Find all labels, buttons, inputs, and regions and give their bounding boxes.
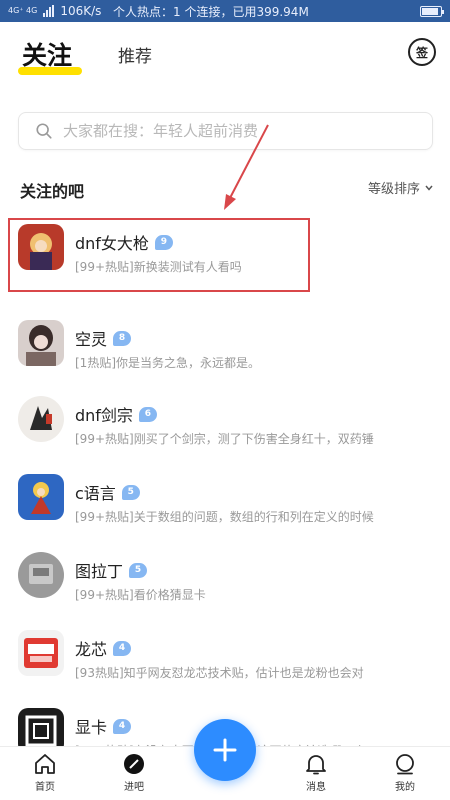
level-badge: 8 bbox=[113, 330, 132, 346]
nav-mine-label: 我的 bbox=[395, 782, 415, 793]
forum-item[interactable]: dnf剑宗 6 [99+热贴]刚买了个剑宗，测了下伤害全身红十，双药锤 bbox=[0, 386, 450, 464]
forum-desc: [1热贴]你是当务之急，永远都是。 bbox=[75, 356, 260, 370]
search-bar[interactable] bbox=[18, 112, 433, 150]
tab-follow[interactable]: 关注 bbox=[22, 36, 72, 72]
nav-enter-bar-label: 进吧 bbox=[124, 782, 144, 793]
forum-name: dnf女大枪 bbox=[75, 234, 149, 253]
forum-desc: [99+热贴]看价格猜显卡 bbox=[75, 588, 206, 602]
forum-desc: [99+热贴]刚买了个剑宗，测了下伤害全身红十，双药锤 bbox=[75, 432, 374, 446]
battery-icon bbox=[420, 5, 444, 17]
level-badge: 4 bbox=[113, 640, 132, 656]
forum-desc: [99+热贴]新换装测试有人看吗 bbox=[75, 260, 242, 274]
bell-icon bbox=[306, 755, 326, 775]
forum-name: c语言 bbox=[75, 484, 116, 503]
chevron-down-icon bbox=[425, 185, 433, 191]
search-input[interactable] bbox=[63, 122, 432, 140]
nav-mine[interactable]: 我的 bbox=[375, 753, 435, 793]
signal-icon bbox=[43, 5, 55, 17]
forum-avatar bbox=[18, 474, 64, 520]
network-type: 4G⁺ 4G bbox=[8, 6, 38, 15]
home-icon bbox=[35, 754, 55, 774]
nav-messages[interactable]: 消息 bbox=[286, 753, 346, 793]
network-speed: 106K/s bbox=[60, 4, 102, 18]
enter-bar-icon bbox=[124, 754, 144, 774]
forum-name: 空灵 bbox=[75, 330, 108, 349]
forum-name: 显卡 bbox=[75, 718, 108, 737]
forum-item[interactable]: dnf女大枪 9 [99+热贴]新换装测试有人看吗 bbox=[0, 214, 450, 310]
level-badge: 9 bbox=[154, 234, 173, 250]
search-icon bbox=[36, 123, 52, 139]
profile-icon bbox=[396, 754, 414, 775]
level-badge: 5 bbox=[121, 484, 140, 500]
status-bar: 4G⁺ 4G 106K/s 个人热点：1 个连接，已用399.94M bbox=[0, 0, 450, 22]
header: 关注 推荐 签 bbox=[0, 22, 450, 92]
forum-name: dnf剑宗 bbox=[75, 406, 133, 425]
forum-avatar bbox=[18, 396, 64, 442]
forum-desc: [99+热贴]关于数组的问题，数组的行和列在定义的时候 bbox=[75, 510, 374, 524]
create-post-button[interactable] bbox=[194, 719, 256, 781]
sort-dropdown[interactable]: 等级排序 bbox=[368, 178, 434, 197]
forum-name: 图拉丁 bbox=[75, 562, 124, 581]
forum-item[interactable]: 图拉丁 5 [99+热贴]看价格猜显卡 bbox=[0, 542, 450, 620]
tab-recommend[interactable]: 推荐 bbox=[118, 42, 152, 67]
followed-forum-list: dnf女大枪 9 [99+热贴]新换装测试有人看吗 空灵 8 [1热贴]你是当务… bbox=[0, 214, 450, 768]
forum-desc: [93热贴]知乎网友怼龙芯技术贴，估计也是龙粉也会对 bbox=[75, 666, 364, 680]
forum-item[interactable]: c语言 5 [99+热贴]关于数组的问题，数组的行和列在定义的时候 bbox=[0, 464, 450, 542]
forum-item[interactable]: 空灵 8 [1热贴]你是当务之急，永远都是。 bbox=[0, 310, 450, 386]
forum-item[interactable]: 龙芯 4 [93热贴]知乎网友怼龙芯技术贴，估计也是龙粉也会对 bbox=[0, 620, 450, 698]
sign-in-button[interactable]: 签 bbox=[408, 38, 436, 66]
nav-messages-label: 消息 bbox=[306, 782, 326, 793]
forum-avatar bbox=[18, 552, 64, 598]
nav-enter-bar[interactable]: 进吧 bbox=[104, 753, 164, 793]
level-badge: 4 bbox=[113, 718, 132, 734]
forum-avatar bbox=[18, 224, 64, 270]
level-badge: 5 bbox=[129, 562, 148, 578]
forum-avatar bbox=[18, 320, 64, 366]
forum-avatar bbox=[18, 630, 64, 676]
bottom-nav: 首页 进吧 消息 我的 bbox=[0, 719, 450, 800]
section-title: 关注的吧 bbox=[20, 182, 85, 201]
plus-icon bbox=[213, 738, 237, 762]
hotspot-notice: 个人热点：1 个连接，已用399.94M bbox=[113, 4, 309, 19]
nav-home-label: 首页 bbox=[35, 782, 55, 793]
nav-home[interactable]: 首页 bbox=[15, 753, 75, 793]
forum-name: 龙芯 bbox=[75, 640, 108, 659]
sort-label: 等级排序 bbox=[367, 182, 420, 197]
level-badge: 6 bbox=[138, 406, 157, 422]
